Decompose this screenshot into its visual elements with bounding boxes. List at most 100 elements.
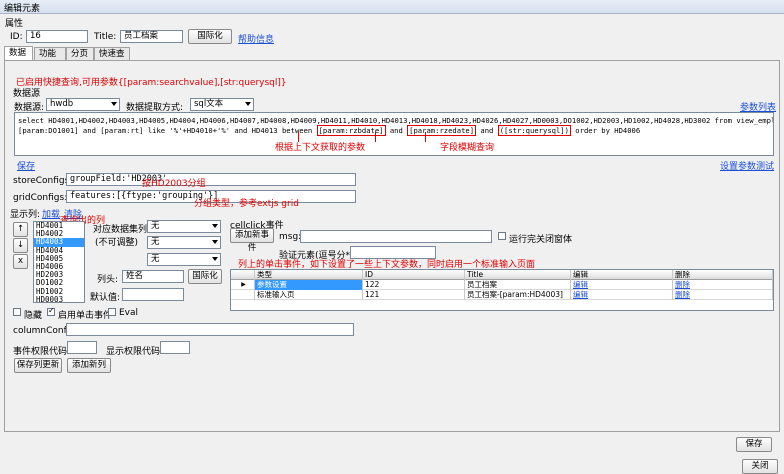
close-window-label: 运行完关闭窗体 — [509, 235, 573, 245]
map-column-label: 对应数据集列: — [93, 225, 151, 235]
delete-column-button[interactable]: x — [13, 254, 28, 269]
i18n-button[interactable]: 国际化 — [188, 29, 232, 44]
event-grid[interactable]: 类型 ID Title 编辑 删除 ▶ 参数设置 122 员工档案 编辑 删除 … — [230, 269, 774, 311]
grid-header-indicator — [231, 270, 255, 280]
annotation-group-by: 按HD2003分组 — [142, 179, 206, 189]
display-perm-input[interactable] — [160, 341, 190, 354]
sql-param-rzedate: [param:rzedate] — [407, 125, 477, 136]
setup-params-link[interactable]: 设置参数 — [720, 159, 756, 172]
map-select-2-value: 无 — [151, 237, 160, 247]
sql-textarea[interactable]: select HD4001,HD4002,HD4003,HD4005,HD400… — [14, 112, 774, 156]
save-columns-button[interactable]: 保存列更新 — [14, 358, 62, 373]
table-row[interactable]: 标准输入页 121 员工档案-[param:HD4003] 编辑 删除 — [231, 290, 773, 300]
grid-header-type[interactable]: 类型 — [255, 270, 363, 280]
default-value-input[interactable] — [122, 288, 184, 301]
row-type[interactable]: 标准输入页 — [255, 290, 363, 300]
title-input[interactable]: 员工档案 — [120, 30, 183, 43]
extract-select[interactable]: sql文本 — [190, 98, 254, 111]
save-button[interactable]: 保存 — [736, 437, 772, 452]
grid-header-id[interactable]: ID — [363, 270, 465, 280]
move-up-button[interactable]: ↑ — [13, 222, 28, 237]
map-select-3[interactable]: 无 — [147, 253, 221, 266]
grid-header-title[interactable]: Title — [465, 270, 571, 280]
store-configs-input[interactable]: groupField:'HD2003' — [66, 173, 356, 186]
row-title[interactable]: 员工档案 — [465, 280, 571, 290]
column-header-label: 列头: — [97, 275, 119, 285]
sql-and-1: and — [385, 126, 408, 135]
tab-toolbar[interactable]: 功能区 — [34, 47, 66, 71]
tab-quickquery[interactable]: 快速查询 — [94, 47, 130, 71]
grid-header-edit[interactable]: 编辑 — [571, 270, 673, 280]
event-perm-label: 事件权限代码: — [13, 347, 71, 357]
row-title[interactable]: 员工档案-[param:HD4003] — [465, 290, 571, 300]
columns-listbox[interactable]: HD4001 HD4002 HD4003 HD4004 HD4005 HD4006 HD20… — [33, 221, 85, 303]
enable-click-label: 启用单击事件 — [58, 311, 113, 321]
column-configs-input[interactable] — [66, 323, 354, 336]
show-columns-label: 显示列: — [10, 210, 41, 220]
event-perm-input[interactable] — [67, 341, 97, 354]
save-link[interactable]: 保存 — [17, 159, 35, 172]
hide-checkbox[interactable] — [13, 308, 21, 316]
eval-checkbox[interactable] — [108, 308, 116, 316]
column-i18n-button[interactable]: 国际化 — [188, 269, 222, 284]
sql-param-querysql: ([str:querysql]) — [497, 125, 571, 136]
hide-label: 隐藏 — [24, 311, 43, 321]
sql-tail: order by HD4006 — [570, 126, 641, 135]
map-select-1[interactable]: 无 — [147, 220, 221, 233]
id-label: ID: — [10, 32, 23, 42]
close-window-checkbox[interactable] — [498, 232, 506, 240]
title-label: Title: — [94, 32, 117, 42]
sql-line-2-text: [param:DO1001] and [param:rt] like '%'+H… — [18, 126, 317, 135]
close-button[interactable]: 关闭 — [742, 459, 778, 474]
properties-label: 属性 — [5, 19, 24, 29]
add-columns-link[interactable]: 加载 — [42, 207, 60, 220]
row-type[interactable]: 参数设置 — [255, 280, 363, 290]
default-value-label: 默认值: — [90, 293, 121, 303]
list-item[interactable]: HD0003 — [34, 295, 84, 302]
row-edit-link[interactable]: 编辑 — [571, 290, 673, 300]
id-input[interactable]: 16 — [26, 30, 88, 43]
add-event-button[interactable]: 添加新事件 — [230, 228, 274, 253]
chevron-down-icon — [212, 240, 218, 244]
sql-line-2: [param:DO1001] and [param:rt] like '%'+H… — [18, 125, 770, 136]
store-configs-label: storeConfigs: — [13, 176, 73, 186]
column-header-input[interactable]: 姓名 — [122, 270, 184, 283]
annotation-arrow — [425, 132, 426, 142]
chevron-down-icon — [245, 102, 251, 106]
window-titlebar: 编辑元素 — [0, 0, 784, 14]
row-id[interactable]: 122 — [363, 280, 465, 290]
test-link[interactable]: 测试 — [756, 159, 774, 172]
row-indicator-icon: ▶ — [231, 280, 255, 290]
datasource-select[interactable]: hwdb — [46, 98, 120, 111]
row-indicator — [231, 290, 255, 300]
row-edit-link[interactable]: 编辑 — [571, 280, 673, 290]
tab-data[interactable]: 数据 — [4, 46, 33, 60]
quickquery-note: 已启用快捷查询,可用参数{[param:searchvalue],[str:qu… — [16, 78, 287, 88]
row-delete-link[interactable]: 删除 — [673, 290, 773, 300]
annotation-group-type: 分组类型，参考extjs grid — [194, 199, 299, 209]
event-grid-header: 类型 ID Title 编辑 删除 — [231, 270, 773, 280]
msg-input[interactable] — [300, 230, 492, 243]
tab-paging[interactable]: 分页 — [66, 47, 94, 60]
eval-label: Eval — [119, 308, 139, 318]
map-select-1-value: 无 — [151, 221, 160, 231]
map-select-3-value: 无 — [151, 254, 160, 264]
grid-configs-label: gridConfigs: — [13, 193, 68, 203]
map-select-2[interactable]: 无 — [147, 236, 221, 249]
annotation-arrow — [375, 132, 376, 142]
help-link[interactable]: 帮助信息 — [238, 32, 274, 45]
msg-label: msg: — [279, 232, 302, 242]
table-row[interactable]: ▶ 参数设置 122 员工档案 编辑 删除 — [231, 280, 773, 290]
row-id[interactable]: 121 — [363, 290, 465, 300]
row-delete-link[interactable]: 删除 — [673, 280, 773, 290]
chevron-down-icon — [212, 224, 218, 228]
move-down-button[interactable]: ↓ — [13, 238, 28, 253]
sql-line-1: select HD4001,HD4002,HD4003,HD4005,HD400… — [18, 116, 774, 125]
grid-header-delete[interactable]: 删除 — [673, 270, 773, 280]
display-perm-label: 显示权限代码: — [106, 347, 164, 357]
chevron-down-icon — [111, 102, 117, 106]
enable-click-checkbox[interactable] — [47, 306, 55, 316]
add-column-button[interactable]: 添加新列 — [67, 358, 111, 373]
datasource-group-label: 数据源 — [13, 89, 41, 99]
datasource-value: hwdb — [50, 99, 74, 109]
